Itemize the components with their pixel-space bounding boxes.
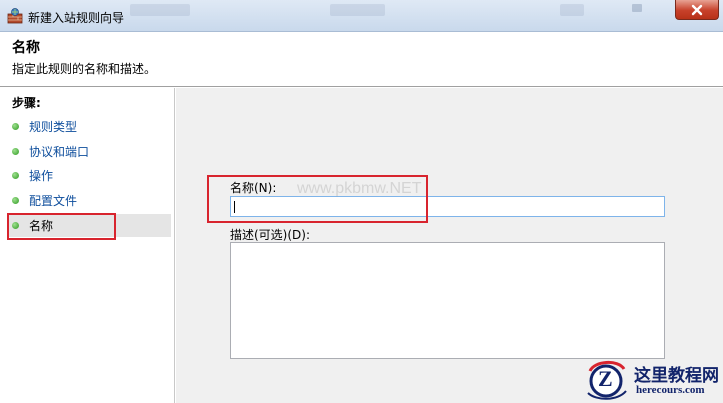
step-label: 协议和端口 (29, 145, 90, 159)
wizard-content: 名称(N): 描述(可选)(D): (176, 88, 723, 403)
page-title: 名称 (12, 40, 40, 56)
step-dot-icon (12, 172, 19, 179)
firewall-icon (7, 8, 23, 24)
name-field-highlight (207, 175, 428, 223)
background-blur (560, 4, 584, 16)
name-step-highlight (7, 213, 116, 240)
step-label: 操作 (29, 169, 54, 183)
background-blur (330, 4, 385, 16)
background-blur (130, 4, 190, 16)
wizard-header: 名称 指定此规则的名称和描述。 (0, 32, 723, 87)
logo-domain: herecours.com (636, 384, 705, 396)
description-label: 描述(可选)(D): (230, 228, 311, 242)
steps-sidebar: 步骤: 规则类型 协议和端口 操作 配置文件 名称 (0, 88, 175, 403)
logo-title: 这里教程网 (634, 366, 719, 386)
description-textarea[interactable] (230, 242, 665, 359)
close-icon (691, 4, 703, 15)
step-dot-icon (12, 123, 19, 130)
site-logo: Z 这里教程网 herecours.com (576, 357, 723, 403)
title-bar: 新建入站规则向导 (0, 0, 723, 32)
step-dot-icon (12, 197, 19, 204)
step-label: 规则类型 (29, 120, 78, 134)
steps-heading: 步骤: (12, 96, 41, 110)
minimize-hint (632, 4, 642, 12)
step-label: 配置文件 (29, 194, 78, 208)
step-dot-icon (12, 148, 19, 155)
step-rule-type[interactable]: 规则类型 (8, 115, 171, 138)
close-button[interactable] (675, 0, 719, 20)
logo-letter: Z (598, 366, 613, 391)
step-action[interactable]: 操作 (8, 164, 171, 187)
step-profile[interactable]: 配置文件 (8, 189, 171, 212)
step-protocol-ports[interactable]: 协议和端口 (8, 140, 171, 163)
window-title: 新建入站规则向导 (28, 11, 125, 25)
page-description: 指定此规则的名称和描述。 (12, 62, 157, 76)
